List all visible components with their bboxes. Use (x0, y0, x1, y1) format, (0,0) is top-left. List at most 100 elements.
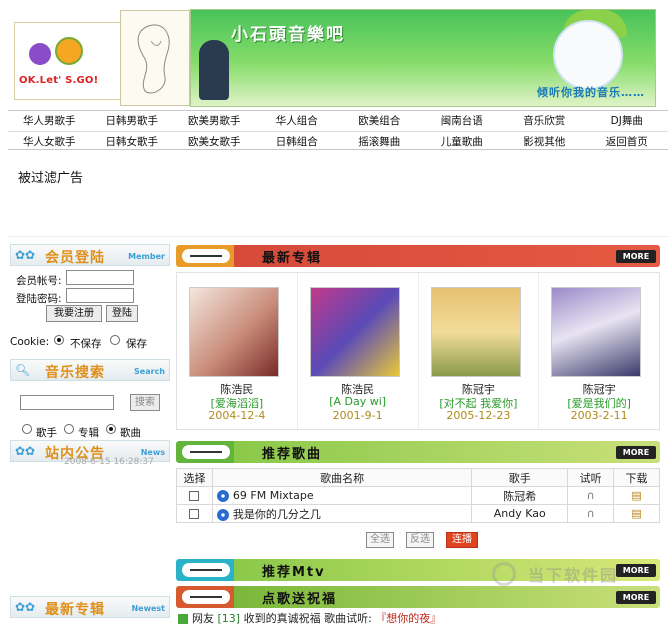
newest-icon: ✿✿ (15, 600, 36, 614)
search-input[interactable] (20, 395, 114, 410)
cookie-no-save-radio[interactable] (54, 335, 64, 345)
search-album-label: 专辑 (78, 427, 99, 439)
album-card[interactable]: 陈浩民 [A Day wi] 2001-9-1 (298, 273, 419, 429)
table-row: 69 FM Mixtape 陈冠希 ∩ ▤ (176, 486, 660, 505)
nav-link[interactable]: 儿童歌曲 (421, 132, 504, 151)
newest-side-heading-en: Newest (131, 604, 165, 613)
album-card[interactable]: 陈浩民 [爱海滔滔] 2004-12-4 (177, 273, 298, 429)
nav-link[interactable]: 闽南台语 (421, 111, 504, 131)
album-card[interactable]: 陈冠宇 [对不起 我爱你] 2005-12-23 (419, 273, 540, 429)
album-cover[interactable] (189, 287, 279, 377)
mtv-more-button[interactable]: MORE (616, 564, 656, 577)
albums-more-button[interactable]: MORE (616, 250, 656, 263)
notice-text: 2008-6-15 16:28:37 (64, 457, 154, 467)
site-logo[interactable]: OK.Let' S.GO! (14, 22, 122, 100)
album-cover[interactable] (309, 287, 400, 377)
nav-link[interactable]: 音乐欣赏 (503, 111, 586, 131)
nav-link[interactable]: 华人女歌手 (8, 132, 91, 151)
newest-side-heading-text: 最新专辑 (45, 602, 105, 618)
song-artist[interactable]: Andy Kao (471, 504, 569, 523)
listen-icon[interactable]: ∩ (567, 486, 615, 505)
nav-link[interactable]: 日韩男歌手 (91, 111, 174, 131)
continuous-play-button[interactable]: 连播 (446, 532, 478, 548)
search-button[interactable]: 搜索 (130, 394, 160, 411)
album-date: 2004-12-4 (208, 409, 266, 422)
search-song-radio[interactable] (106, 424, 116, 434)
nav-link[interactable]: 华人男歌手 (8, 111, 91, 131)
nav-link[interactable]: 欧美组合 (338, 111, 421, 131)
songs-more-button[interactable]: MORE (616, 446, 656, 459)
nav-link[interactable]: 日韩女歌手 (91, 132, 174, 151)
sketch-illustration (120, 10, 190, 106)
nav-row: 华人男歌手 日韩男歌手 欧美男歌手 华人组合 欧美组合 闽南台语 音乐欣赏 DJ… (8, 111, 668, 131)
notice-heading-en: News (140, 448, 165, 457)
album-date: 2005-12-23 (446, 409, 511, 422)
nav-link[interactable]: 影视其他 (503, 132, 586, 151)
site-title: 小石頭音樂吧 (231, 25, 345, 45)
login-heading-text: 会员登陆 (45, 250, 105, 266)
search-album-radio[interactable] (64, 424, 74, 434)
nav-link[interactable]: DJ舞曲 (586, 111, 669, 131)
listen-icon[interactable]: ∩ (567, 504, 615, 523)
song-title[interactable]: 69 FM Mixtape (233, 489, 314, 502)
account-input[interactable] (66, 270, 134, 285)
song-title[interactable]: 我是你的几分之几 (233, 508, 321, 521)
dedication-text[interactable]: 收到的真诚祝福 (244, 612, 321, 625)
member-icon: ✿✿ (15, 248, 36, 262)
col-header: 试听 (567, 468, 615, 487)
album-name[interactable]: [A Day wi] (298, 395, 418, 408)
bar-cap (182, 249, 230, 263)
nav-link[interactable]: 返回首页 (586, 132, 669, 151)
newest-side-heading: ✿✿ 最新专辑 Newest (10, 596, 170, 618)
select-all-button[interactable]: 全选 (366, 532, 394, 548)
cookie-no-save-label: 不保存 (70, 338, 102, 350)
register-button[interactable]: 我要注册 (46, 305, 102, 322)
dedication-count[interactable]: [13] (218, 612, 241, 625)
dedicate-more-button[interactable]: MORE (616, 591, 656, 604)
table-header-row: 选择 歌曲名称 歌手 试听 下载 (176, 468, 660, 487)
search-singer-label: 歌手 (36, 427, 57, 439)
album-cover[interactable] (430, 287, 521, 377)
song-artist[interactable]: 陈冠希 (471, 486, 569, 505)
albums-section-title: 最新专辑 (262, 251, 323, 266)
login-button[interactable]: 登陆 (106, 305, 138, 322)
logo-text: OK.Let' S.GO! (19, 75, 99, 86)
dedicate-section-bar: 点歌送祝福 MORE (176, 586, 660, 608)
search-heading-text: 音乐搜索 (45, 365, 105, 381)
song-checkbox[interactable] (189, 491, 200, 501)
download-icon[interactable]: ▤ (613, 504, 660, 523)
search-heading-en: Search (134, 367, 165, 376)
bar-cap (182, 563, 230, 577)
album-cover[interactable] (551, 287, 642, 377)
dedication-song[interactable]: 『想你的夜』 (375, 612, 441, 625)
password-input[interactable] (66, 288, 134, 303)
nav-link[interactable]: 欧美男歌手 (173, 111, 256, 131)
cookie-save-radio[interactable] (110, 335, 120, 345)
cd-icon (216, 490, 229, 502)
watermark-text: 当下软件园 (528, 566, 619, 585)
girl-silhouette (199, 40, 229, 100)
search-singer-radio[interactable] (22, 424, 32, 434)
nav-link[interactable]: 欧美女歌手 (173, 132, 256, 151)
download-icon[interactable]: ▤ (613, 486, 660, 505)
invert-select-button[interactable]: 反选 (406, 532, 434, 548)
nav-link[interactable]: 日韩组合 (256, 132, 339, 151)
nav-link[interactable]: 华人组合 (256, 111, 339, 131)
album-date: 2001-9-1 (332, 409, 383, 422)
songs-section-bar: 推荐歌曲 MORE (176, 441, 660, 463)
nav-link[interactable]: 摇滚舞曲 (338, 132, 421, 151)
col-header: 歌曲名称 (211, 468, 473, 487)
site-slogan: 倾听你我的音乐…… (537, 86, 645, 99)
songs-section-title: 推荐歌曲 (262, 447, 323, 462)
bar-cap (182, 445, 230, 459)
arrow-icon (178, 614, 188, 624)
dedication-prefix: 网友 (192, 612, 214, 625)
mascot-face-icon (29, 43, 51, 65)
mtv-section-title: 推荐Mtv (262, 565, 326, 580)
col-header: 选择 (176, 468, 213, 487)
album-card[interactable]: 陈冠宇 [爱是我们的] 2003-2-11 (539, 273, 659, 429)
bar-cap (182, 590, 230, 604)
nav-row: 华人女歌手 日韩女歌手 欧美女歌手 日韩组合 摇滚舞曲 儿童歌曲 影视其他 返回… (8, 131, 668, 151)
search-song-label: 歌曲 (120, 427, 141, 439)
song-checkbox[interactable] (189, 509, 200, 519)
